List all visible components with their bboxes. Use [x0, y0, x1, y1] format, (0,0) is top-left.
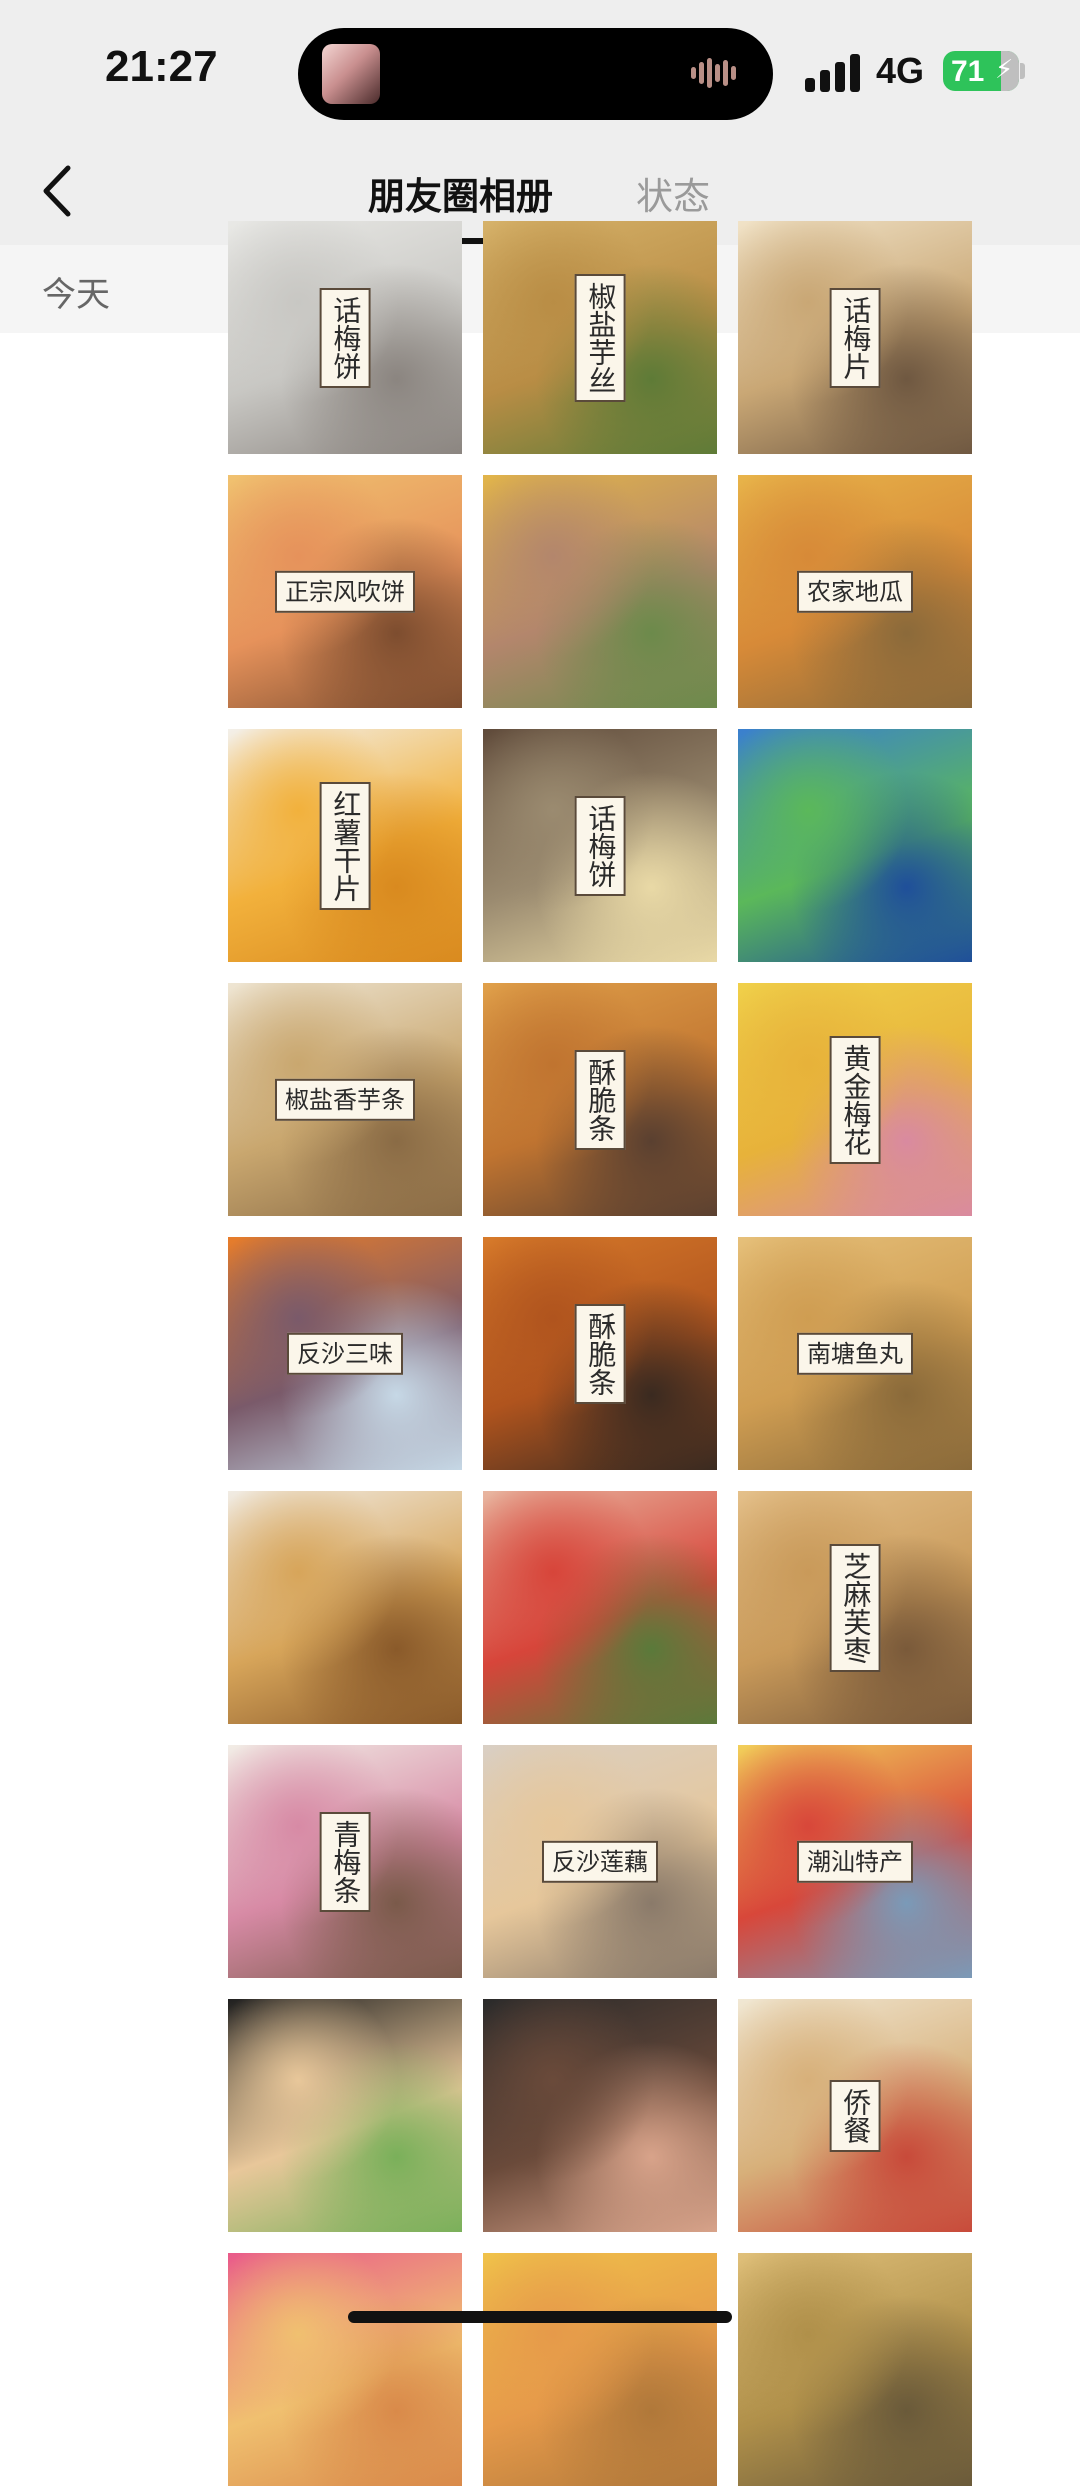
- photo-thumbnail[interactable]: [228, 1999, 462, 2232]
- photo-thumbnail[interactable]: 农家地瓜: [738, 475, 972, 708]
- photo-thumbnail[interactable]: [228, 1491, 462, 1724]
- charging-bolt-icon: ⚡: [995, 55, 1014, 85]
- signal-strength-icon: [805, 52, 861, 92]
- photo-thumbnail[interactable]: [228, 2253, 462, 2486]
- tab-moments-album[interactable]: 朋友圈相册: [368, 166, 553, 220]
- photo-thumbnail[interactable]: 南塘鱼丸: [738, 1237, 972, 1470]
- product-label: 芝麻芙枣: [829, 1543, 881, 1672]
- home-indicator[interactable]: [348, 2311, 732, 2323]
- photo-thumbnail[interactable]: 红薯干片: [228, 729, 462, 962]
- photo-thumbnail[interactable]: 黄金梅花: [738, 983, 972, 1216]
- status-time: 21:27: [105, 42, 218, 91]
- photo-thumbnail[interactable]: 话梅片: [738, 221, 972, 454]
- product-label: 侨餐: [829, 2079, 881, 2152]
- now-playing-thumbnail: [322, 44, 380, 104]
- photo-thumbnail[interactable]: [483, 1999, 717, 2232]
- photo-thumbnail[interactable]: 芝麻芙枣: [738, 1491, 972, 1724]
- audio-waveform-icon: [691, 58, 747, 90]
- section-date-label: 今天: [42, 275, 110, 315]
- photo-thumbnail[interactable]: 反沙莲藕: [483, 1745, 717, 1978]
- photo-thumbnail[interactable]: 酥脆条: [483, 983, 717, 1216]
- photo-thumbnail[interactable]: [483, 1491, 717, 1724]
- product-label: 红薯干片: [319, 781, 371, 910]
- photo-thumbnail[interactable]: 侨餐: [738, 1999, 972, 2232]
- product-label: 南塘鱼丸: [797, 1332, 913, 1375]
- photo-thumbnail[interactable]: 反沙三味: [228, 1237, 462, 1470]
- product-label: 青梅条: [319, 1811, 371, 1912]
- photo-thumbnail[interactable]: 正宗风吹饼: [228, 475, 462, 708]
- product-label: 农家地瓜: [797, 570, 913, 613]
- battery-level: 71: [951, 55, 985, 88]
- back-button[interactable]: [36, 162, 80, 220]
- photo-thumbnail[interactable]: 话梅饼: [483, 729, 717, 962]
- product-label: 话梅饼: [319, 287, 371, 388]
- product-label: 黄金梅花: [829, 1035, 881, 1164]
- photo-thumbnail[interactable]: [738, 2253, 972, 2486]
- product-label: 反沙莲藕: [542, 1840, 658, 1883]
- photo-thumbnail[interactable]: 话梅饼: [228, 221, 462, 454]
- product-label: 反沙三味: [287, 1332, 403, 1375]
- battery-nub: [1020, 63, 1025, 79]
- product-label: 酥脆条: [574, 1303, 626, 1404]
- photo-thumbnail[interactable]: 酥脆条: [483, 1237, 717, 1470]
- dynamic-island: [298, 28, 773, 120]
- network-type: 4G: [876, 50, 925, 91]
- chevron-left-icon: [43, 165, 71, 217]
- photo-thumbnail[interactable]: [483, 475, 717, 708]
- photo-thumbnail[interactable]: 青梅条: [228, 1745, 462, 1978]
- photo-thumbnail[interactable]: [483, 2253, 717, 2486]
- photo-thumbnail[interactable]: [738, 729, 972, 962]
- tab-status[interactable]: 状态: [636, 166, 710, 220]
- product-label: 话梅饼: [574, 795, 626, 896]
- product-label: 酥脆条: [574, 1049, 626, 1150]
- product-label: 正宗风吹饼: [275, 570, 415, 613]
- battery-icon: 71 ⚡: [943, 51, 1019, 91]
- photo-thumbnail[interactable]: 椒盐香芋条: [228, 983, 462, 1216]
- photo-thumbnail[interactable]: 潮汕特产: [738, 1745, 972, 1978]
- product-label: 椒盐芋丝: [574, 273, 626, 402]
- product-label: 潮汕特产: [797, 1840, 913, 1883]
- product-label: 椒盐香芋条: [275, 1078, 415, 1121]
- photo-thumbnail[interactable]: 椒盐芋丝: [483, 221, 717, 454]
- product-label: 话梅片: [829, 287, 881, 388]
